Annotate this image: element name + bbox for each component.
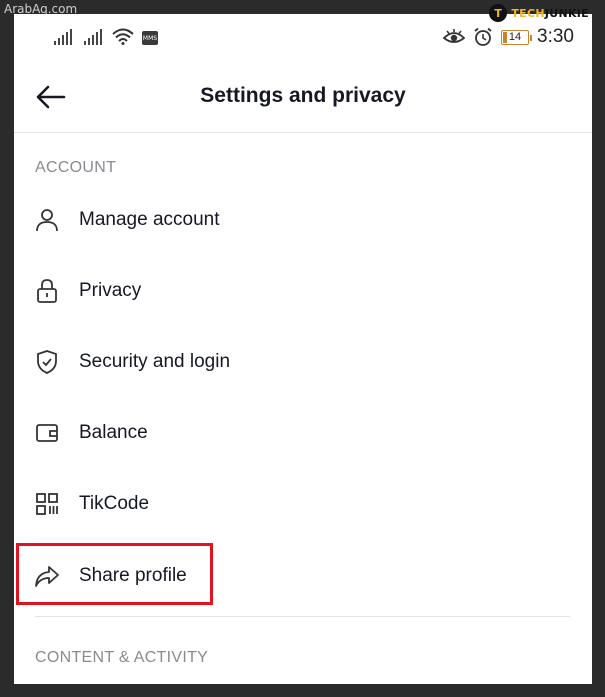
signal-icon [54, 29, 72, 45]
top-bar: Settings and privacy [14, 60, 592, 133]
section-header-content-activity: CONTENT & ACTIVITY [35, 649, 209, 666]
section-divider [35, 616, 570, 617]
wallet-icon [32, 418, 62, 448]
security-login-label: Security and login [79, 350, 231, 372]
manage-account-item[interactable]: Manage account [14, 184, 592, 255]
signal-icon-2 [84, 29, 102, 45]
brand-logo: T TECHJUNKIE [489, 4, 589, 22]
clock: 3:30 [537, 26, 574, 47]
battery-icon: 14 [501, 29, 533, 45]
privacy-label: Privacy [79, 279, 142, 301]
highlight-box [16, 543, 213, 605]
mms-icon: MMS [142, 31, 158, 45]
balance-label: Balance [79, 421, 148, 443]
tikcode-label: TikCode [79, 492, 150, 514]
section-header-account: ACCOUNT [35, 159, 117, 176]
battery-level: 14 [508, 31, 522, 43]
qr-code-icon [32, 489, 62, 519]
status-left: MMS [52, 28, 158, 45]
privacy-item[interactable]: Privacy [14, 255, 592, 326]
balance-item[interactable]: Balance [14, 397, 592, 468]
page-title: Settings and privacy [200, 84, 406, 107]
phone-screen: MMS 14 3:30 Settings and privacy ACCOUNT… [14, 14, 592, 684]
tikcode-item[interactable]: TikCode [14, 468, 592, 539]
lock-icon [32, 276, 62, 306]
security-login-item[interactable]: Security and login [14, 326, 592, 397]
manage-account-label: Manage account [79, 208, 220, 230]
alarm-icon [474, 27, 492, 46]
brand-logo-icon: T [489, 4, 508, 22]
brand-text-junkie: JUNKIE [544, 6, 589, 20]
brand-text-tech: TECH [511, 6, 545, 20]
person-icon [32, 205, 62, 235]
wifi-icon [112, 28, 134, 45]
eye-icon [443, 29, 466, 43]
shield-icon [32, 347, 62, 377]
status-right: 14 3:30 [443, 26, 574, 48]
